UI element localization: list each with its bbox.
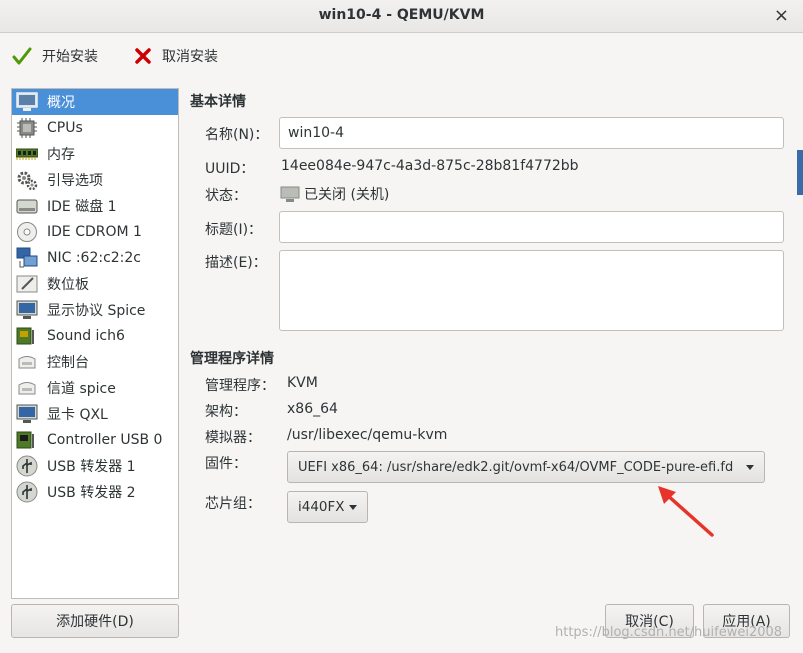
sidebar-item-label: CPUs <box>47 120 83 136</box>
hypervisor-details-title: 管理程序详情 <box>190 351 274 367</box>
sidebar-item-label: 数位板 <box>47 277 89 293</box>
usb-icon <box>15 481 39 503</box>
video-icon <box>15 403 39 425</box>
display-icon <box>15 299 39 321</box>
chevron-down-icon <box>746 465 754 470</box>
sidebar-item-nic[interactable]: NIC :62:c2:2c <box>12 245 178 271</box>
cancel-install-button[interactable]: 取消安装 <box>134 43 218 69</box>
chevron-down-icon <box>349 505 357 510</box>
sidebar-item-label: 信道 spice <box>47 381 116 397</box>
sidebar-item-label: IDE 磁盘 1 <box>47 199 117 215</box>
nic-icon <box>15 247 39 269</box>
sidebar-item-overview[interactable]: 概况 <box>12 89 178 115</box>
description-label: 描述(E)： <box>205 255 267 271</box>
architecture-label: 架构： <box>205 404 247 420</box>
uuid-label: UUID： <box>205 161 255 177</box>
watermark: https://blog.csdn.net/huifewei2008 <box>555 625 783 640</box>
cdrom-icon <box>15 221 39 243</box>
description-field[interactable] <box>279 250 784 331</box>
title-bar: win10-4 - QEMU/KVM × <box>0 0 803 33</box>
sidebar-item-label: Sound ich6 <box>47 328 125 344</box>
hypervisor-value: KVM <box>287 375 318 391</box>
sound-icon <box>15 325 39 347</box>
chipset-value: i440FX <box>298 499 345 515</box>
usb-icon <box>15 455 39 477</box>
memory-icon <box>15 143 39 165</box>
sidebar-item-label: USB 转发器 1 <box>47 459 136 475</box>
status-label: 状态： <box>205 188 247 204</box>
cpu-icon <box>15 117 39 139</box>
sidebar-item-ide-cdrom[interactable]: IDE CDROM 1 <box>12 219 178 245</box>
firmware-label: 固件： <box>205 456 247 472</box>
sidebar-item-label: 概况 <box>47 95 75 111</box>
console-icon <box>15 351 39 373</box>
cancel-install-label: 取消安装 <box>162 49 218 65</box>
sidebar-item-display-spice[interactable]: 显示协议 Spice <box>12 297 178 323</box>
basic-details-title: 基本详情 <box>190 94 246 110</box>
toolbar: 开始安装 取消安装 <box>0 33 803 79</box>
red-arrow-annotation <box>658 486 714 537</box>
architecture-value: x86_64 <box>287 401 338 417</box>
emulator-value: /usr/libexec/qemu-kvm <box>287 427 448 443</box>
sidebar-item-cpus[interactable]: CPUs <box>12 115 178 141</box>
status-indicator: 已关闭 (关机) <box>280 184 389 204</box>
begin-install-button[interactable]: 开始安装 <box>12 43 98 69</box>
sidebar-item-label: NIC :62:c2:2c <box>47 250 142 266</box>
sidebar-item-usb-redir-2[interactable]: USB 转发器 2 <box>12 479 178 505</box>
sidebar-item-memory[interactable]: 内存 <box>12 141 178 167</box>
sidebar-item-label: Controller USB 0 <box>47 432 163 448</box>
sidebar-item-ide-disk[interactable]: IDE 磁盘 1 <box>12 193 178 219</box>
window-title: win10-4 - QEMU/KVM <box>318 7 485 23</box>
overview-icon <box>15 91 39 113</box>
sidebar-item-console[interactable]: 控制台 <box>12 349 178 375</box>
sidebar-item-label: 显示协议 Spice <box>47 303 146 319</box>
controller-icon <box>15 429 39 451</box>
sidebar-item-tablet[interactable]: 数位板 <box>12 271 178 297</box>
red-x-icon <box>135 48 151 64</box>
sidebar-item-boot-options[interactable]: 引导选项 <box>12 167 178 193</box>
shutoff-monitor-icon <box>280 186 300 202</box>
sidebar-item-label: 显卡 QXL <box>47 407 108 423</box>
begin-install-label: 开始安装 <box>42 49 98 65</box>
sidebar-item-video[interactable]: 显卡 QXL <box>12 401 178 427</box>
title-field[interactable] <box>279 211 784 243</box>
hardware-list: 概况 CPUs 内存 引导选项 IDE 磁盘 1 IDE CDROM 1 NIC… <box>11 88 179 599</box>
tablet-icon <box>15 273 39 295</box>
emulator-label: 模拟器： <box>205 430 261 446</box>
name-field[interactable] <box>279 117 784 149</box>
status-value: 已关闭 (关机) <box>304 187 390 203</box>
name-label: 名称(N)： <box>205 127 269 143</box>
sidebar-item-label: 引导选项 <box>47 173 103 189</box>
hypervisor-label: 管理程序： <box>205 378 275 394</box>
checkmark-icon <box>12 47 32 65</box>
add-hardware-button[interactable]: 添加硬件(D) <box>11 604 179 638</box>
boot-options-icon <box>15 169 39 191</box>
sidebar-item-label: USB 转发器 2 <box>47 485 136 501</box>
chipset-dropdown[interactable]: i440FX <box>287 491 368 523</box>
firmware-dropdown[interactable]: UEFI x86_64: /usr/share/edk2.git/ovmf-x6… <box>287 451 765 483</box>
channel-icon <box>15 377 39 399</box>
sidebar-item-usb-redir-1[interactable]: USB 转发器 1 <box>12 453 178 479</box>
sidebar-item-controller-usb[interactable]: Controller USB 0 <box>12 427 178 453</box>
close-icon[interactable]: × <box>774 5 789 26</box>
sidebar-item-sound[interactable]: Sound ich6 <box>12 323 178 349</box>
title-label: 标题(I)： <box>205 222 263 238</box>
sidebar-item-label: IDE CDROM 1 <box>47 224 142 240</box>
sidebar-item-label: 控制台 <box>47 355 89 371</box>
chipset-label: 芯片组： <box>205 496 261 512</box>
sidebar-item-channel[interactable]: 信道 spice <box>12 375 178 401</box>
background-window-edge <box>797 150 803 195</box>
firmware-value: UEFI x86_64: /usr/share/edk2.git/ovmf-x6… <box>298 459 734 475</box>
uuid-value: 14ee084e-947c-4a3d-875c-28b81f4772bb <box>281 158 579 174</box>
disk-icon <box>15 195 39 217</box>
sidebar-item-label: 内存 <box>47 147 75 163</box>
